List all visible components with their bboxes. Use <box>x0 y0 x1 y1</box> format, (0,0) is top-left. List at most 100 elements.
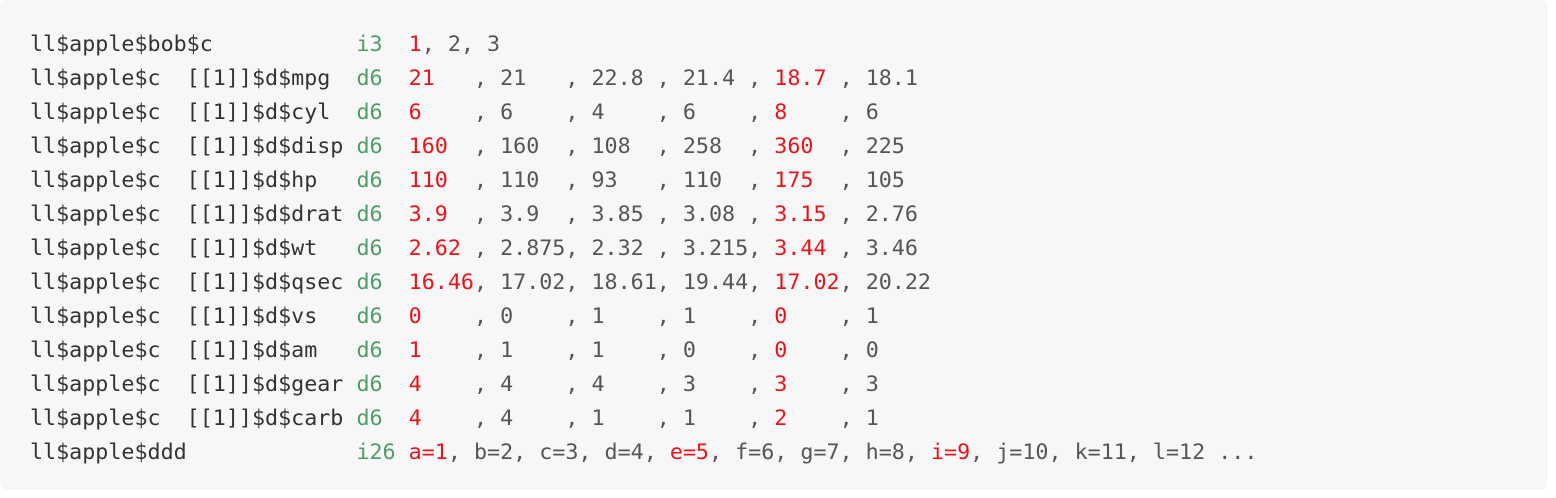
highlighted-value: 110 <box>408 168 474 193</box>
output-row: ll$apple$c [[1]]$d$am d6 1 , 1 , 1 , 0 ,… <box>30 334 1257 368</box>
output-row: ll$apple$c [[1]]$d$cyl d6 6 , 6 , 4 , 6 … <box>30 96 1257 130</box>
highlighted-value: 4 <box>408 372 474 397</box>
highlighted-value: 3.9 <box>408 202 474 227</box>
element-path: ll$apple$c [[1]]$d$hp <box>30 168 357 193</box>
highlighted-value: 1 <box>408 338 474 363</box>
highlighted-value: 175 <box>774 168 840 193</box>
output-row: ll$apple$c [[1]]$d$wt d6 2.62 , 2.875, 2… <box>30 232 1257 266</box>
highlighted-value: 160 <box>408 134 474 159</box>
type-code: d6 <box>356 100 396 125</box>
value-text: , 160 , 108 , 258 , <box>473 134 775 159</box>
element-path: ll$apple$c [[1]]$d$gear <box>30 372 357 397</box>
value-text <box>396 270 409 295</box>
type-code: d6 <box>356 134 396 159</box>
output-row: ll$apple$ddd i26 a=1, b=2, c=3, d=4, e=5… <box>30 436 1257 470</box>
value-text: , b=2, c=3, d=4, <box>447 440 670 465</box>
value-text <box>396 304 409 329</box>
highlighted-value: 17.02 <box>774 270 840 295</box>
element-path: ll$apple$c [[1]]$d$cyl <box>30 100 357 125</box>
output-row: ll$apple$c [[1]]$d$drat d6 3.9 , 3.9 , 3… <box>30 198 1257 232</box>
output-row: ll$apple$c [[1]]$d$qsec d6 16.46, 17.02,… <box>30 266 1257 300</box>
output-row: ll$apple$bob$c i3 1, 2, 3 <box>30 28 1257 62</box>
highlighted-value: e=5 <box>669 440 709 465</box>
value-text: , 4 , 4 , 3 , <box>473 372 775 397</box>
highlighted-value: 16.46 <box>408 270 474 295</box>
output-row: ll$apple$c [[1]]$d$disp d6 160 , 160 , 1… <box>30 130 1257 164</box>
value-text <box>396 406 409 431</box>
highlighted-value: 6 <box>408 100 474 125</box>
value-text: , 20.22 <box>839 270 931 295</box>
type-code: i3 <box>356 32 396 57</box>
value-text: , 105 <box>839 168 905 193</box>
output-row: ll$apple$c [[1]]$d$vs d6 0 , 0 , 1 , 1 ,… <box>30 300 1257 334</box>
value-text <box>396 100 409 125</box>
value-text: , 225 <box>839 134 905 159</box>
value-text: , 1 <box>839 304 879 329</box>
value-text <box>396 372 409 397</box>
value-text: , f=6, g=7, h=8, <box>708 440 931 465</box>
value-text: , 18.1 <box>839 66 918 91</box>
value-text <box>396 134 409 159</box>
element-path: ll$apple$bob$c <box>30 32 357 57</box>
highlighted-value: 4 <box>408 406 474 431</box>
output-row: ll$apple$c [[1]]$d$gear d6 4 , 4 , 4 , 3… <box>30 368 1257 402</box>
highlighted-value: 2.62 <box>408 236 474 261</box>
value-text: , 3.46 <box>839 236 918 261</box>
value-text: , 21 , 22.8 , 21.4 , <box>473 66 775 91</box>
highlighted-value: 8 <box>774 100 840 125</box>
highlighted-value: 3.44 <box>774 236 840 261</box>
value-text <box>396 202 409 227</box>
type-code: d6 <box>356 202 396 227</box>
element-path: ll$apple$c [[1]]$d$mpg <box>30 66 357 91</box>
value-text: , 3.9 , 3.85 , 3.08 , <box>473 202 775 227</box>
output-row: ll$apple$c [[1]]$d$carb d6 4 , 4 , 1 , 1… <box>30 402 1257 436</box>
type-code: d6 <box>356 66 396 91</box>
type-code: d6 <box>356 338 396 363</box>
type-code: d6 <box>356 168 396 193</box>
type-code: d6 <box>356 406 396 431</box>
element-path: ll$apple$c [[1]]$d$wt <box>30 236 357 261</box>
value-text: , 1 , 1 , 0 , <box>473 338 775 363</box>
value-text: , 3 <box>839 372 879 397</box>
type-code: i26 <box>356 440 396 465</box>
highlighted-value: 360 <box>774 134 840 159</box>
value-text: , 110 , 93 , 110 , <box>473 168 775 193</box>
value-text <box>396 168 409 193</box>
output-row: ll$apple$c [[1]]$d$hp d6 110 , 110 , 93 … <box>30 164 1257 198</box>
element-path: ll$apple$c [[1]]$d$am <box>30 338 357 363</box>
element-path: ll$apple$c [[1]]$d$drat <box>30 202 357 227</box>
element-path: ll$apple$c [[1]]$d$carb <box>30 406 357 431</box>
highlighted-value: 0 <box>774 304 840 329</box>
highlighted-value: i=9 <box>930 440 971 465</box>
output-row: ll$apple$c [[1]]$d$mpg d6 21 , 21 , 22.8… <box>30 62 1257 96</box>
value-text: , 2, 3 <box>421 32 501 57</box>
highlighted-value: 3 <box>774 372 840 397</box>
highlighted-value: 0 <box>774 338 840 363</box>
type-code: d6 <box>356 270 396 295</box>
highlighted-value: a=1 <box>408 440 448 465</box>
element-path: ll$apple$c [[1]]$d$vs <box>30 304 357 329</box>
highlighted-value: 3.15 <box>774 202 840 227</box>
value-text: , 6 , 4 , 6 , <box>473 100 775 125</box>
value-text: , 4 , 1 , 1 , <box>473 406 775 431</box>
value-text <box>396 66 409 91</box>
value-text <box>396 440 409 465</box>
highlighted-value: 0 <box>408 304 474 329</box>
highlighted-value: 1 <box>408 32 422 57</box>
value-text: , 17.02, 18.61, 19.44, <box>473 270 775 295</box>
value-text: , 1 <box>839 406 879 431</box>
structure-printout: ll$apple$bob$c i3 1, 2, 3 ll$apple$c [[1]… <box>30 28 1257 470</box>
highlighted-value: 21 <box>408 66 474 91</box>
value-text <box>396 338 409 363</box>
value-text: , 2.875, 2.32 , 3.215, <box>473 236 775 261</box>
console-output-panel: ll$apple$bob$c i3 1, 2, 3 ll$apple$c [[1]… <box>0 0 1548 490</box>
value-text: , 0 , 1 , 1 , <box>473 304 775 329</box>
value-text: , j=10, k=11, l=12 ... <box>970 440 1258 465</box>
value-text: , 2.76 <box>839 202 918 227</box>
type-code: d6 <box>356 304 396 329</box>
element-path: ll$apple$c [[1]]$d$disp <box>30 134 357 159</box>
type-code: d6 <box>356 236 396 261</box>
element-path: ll$apple$c [[1]]$d$qsec <box>30 270 357 295</box>
highlighted-value: 2 <box>774 406 840 431</box>
value-text <box>396 236 409 261</box>
